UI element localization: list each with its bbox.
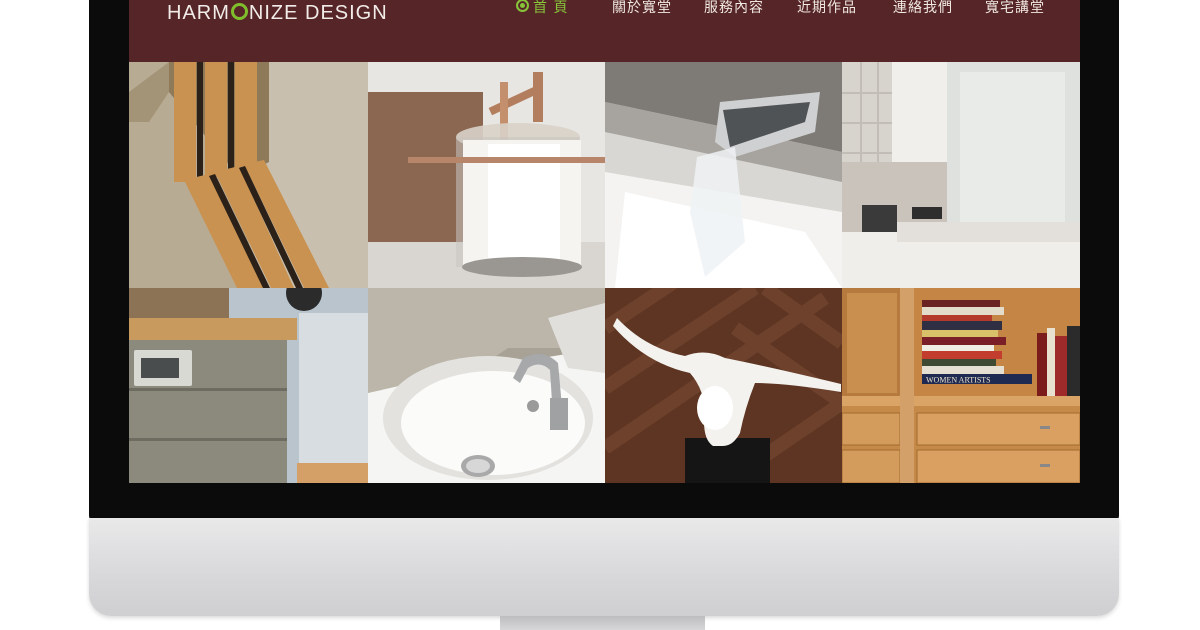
monitor-stand: [500, 616, 705, 630]
monitor-chin: [89, 518, 1119, 616]
gallery-tile-waterfall-faucet[interactable]: [605, 62, 842, 288]
nav-label: 寬宅講堂: [985, 0, 1045, 16]
nav-label: 關於寬堂: [612, 0, 672, 16]
gallery-tile-pendant-lamp[interactable]: [368, 62, 605, 288]
nav-item-about[interactable]: 關於寬堂: [612, 0, 672, 17]
gallery-tile-white-sculpture[interactable]: [605, 288, 842, 483]
gallery-tile-white-cabinets[interactable]: [842, 62, 1080, 288]
nav-item-services[interactable]: 服務內容: [704, 0, 764, 17]
active-dot-icon: [516, 0, 529, 12]
nav-item-contact[interactable]: 連絡我們: [893, 0, 953, 17]
gallery-tile-wood-slats[interactable]: [129, 62, 368, 288]
nav-item-lectures[interactable]: 寬宅講堂: [985, 0, 1045, 17]
gallery-tile-stone-counter[interactable]: [129, 288, 368, 483]
nav-item-works[interactable]: 近期作品: [797, 0, 857, 17]
gallery-tile-bookshelf[interactable]: WOMEN ARTISTS: [842, 288, 1080, 483]
nav-label: 近期作品: [797, 0, 857, 16]
nav-label: 服務內容: [704, 0, 764, 16]
website-screen: HARM NIZE DESIGN 首 頁 關於寬堂 服務內容 近期作品 連絡我們 …: [129, 0, 1080, 483]
book-spine-title: WOMEN ARTISTS: [926, 376, 991, 385]
main-nav: 首 頁 關於寬堂 服務內容 近期作品 連絡我們 寬宅講堂: [129, 0, 1080, 19]
gallery-tile-sink-faucet[interactable]: [368, 288, 605, 483]
site-header: HARM NIZE DESIGN 首 頁 關於寬堂 服務內容 近期作品 連絡我們 …: [129, 0, 1080, 62]
nav-label: 首 頁: [533, 0, 569, 16]
nav-item-home[interactable]: 首 頁: [516, 0, 568, 17]
nav-label: 連絡我們: [893, 0, 953, 16]
